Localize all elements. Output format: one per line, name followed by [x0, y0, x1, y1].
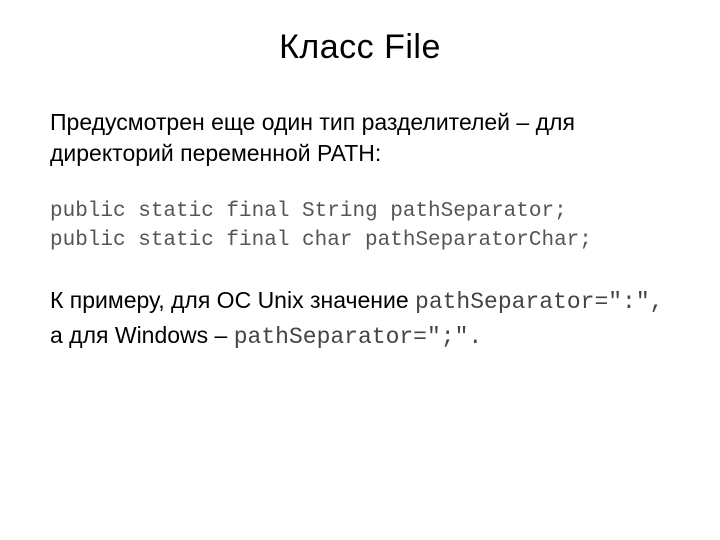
example-text: К примеру, для ОС Unix значение — [50, 287, 415, 313]
intro-paragraph: Предусмотрен еще один тип разделителей –… — [50, 107, 670, 169]
slide-title: Класс File — [50, 28, 670, 67]
code-line: public static final String pathSeparator… — [50, 197, 670, 226]
example-paragraph: К примеру, для ОС Unix значение pathSepa… — [50, 284, 670, 355]
example-code: pathSeparator=":", — [415, 289, 663, 315]
code-line: public static final char pathSeparatorCh… — [50, 226, 670, 255]
code-block: public static final String pathSeparator… — [50, 197, 670, 256]
example-text: а для Windows – — [50, 322, 234, 348]
example-code: pathSeparator=";". — [234, 324, 482, 350]
